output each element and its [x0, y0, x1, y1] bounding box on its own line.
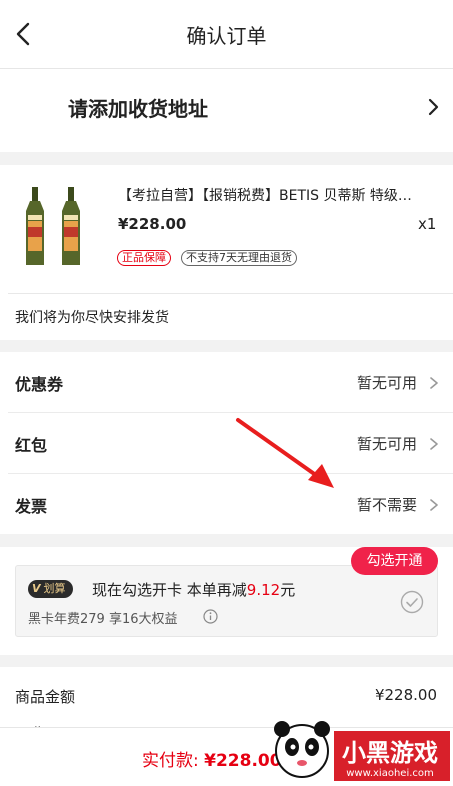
product-title[interactable]: 【考拉自营】【报销税费】BETIS 贝蒂斯 特级…	[118, 185, 428, 205]
open-card-button[interactable]: 勾选开通	[351, 547, 438, 575]
coupon-label: 优惠券	[15, 375, 64, 394]
product-card: 【考拉自营】【报销税费】BETIS 贝蒂斯 特级… ¥228.00 x1 正品保…	[0, 165, 453, 340]
goods-amount-value: ¥228.00	[374, 686, 437, 704]
info-icon[interactable]	[203, 609, 218, 624]
checkbox-circle-icon[interactable]	[400, 590, 424, 614]
add-address-section[interactable]: 请添加收货地址	[0, 69, 453, 221]
product-image[interactable]	[18, 187, 90, 267]
product-quantity: x1	[418, 215, 437, 233]
offer-text: 现在勾选开卡 本单再减	[92, 581, 247, 599]
invoice-value: 暂不需要	[356, 496, 417, 514]
vip-letter: V	[32, 582, 41, 595]
total-payment: 实付款: ¥228.00	[142, 746, 282, 771]
shipping-note: 我们将为你尽快安排发货	[15, 310, 169, 326]
coupon-row[interactable]: 优惠券 暂无可用	[0, 352, 453, 412]
top-bar: 确认订单	[0, 0, 453, 69]
annotation-arrow-icon	[236, 418, 334, 488]
divider	[8, 293, 453, 294]
invoice-row[interactable]: 发票 暂不需要	[0, 474, 453, 534]
chevron-right-icon	[430, 438, 438, 450]
black-card-offer: 现在勾选开卡 本单再减9.12元	[92, 579, 295, 600]
coupon-value: 暂无可用	[356, 374, 417, 392]
discount-amount: 9.12	[246, 581, 281, 599]
watermark-logo: 小黑游戏 www.xiaohei.com	[274, 721, 450, 781]
red-packet-label: 红包	[15, 436, 48, 455]
svg-text:小黑游戏: 小黑游戏	[342, 739, 438, 767]
add-address-prompt[interactable]: 请添加收货地址	[68, 93, 208, 122]
red-packet-value: 暂无可用	[356, 435, 417, 453]
value-badge-label: 划算	[43, 582, 66, 595]
red-packet-row[interactable]: 红包 暂无可用	[0, 413, 453, 473]
chevron-right-icon	[430, 377, 438, 389]
value-badge: V 划算	[28, 580, 73, 598]
black-card-section: V 划算 现在勾选开卡 本单再减9.12元 黑卡年费279 享16大权益 勾选开通	[0, 547, 453, 655]
no-return-tag: 不支持7天无理由退货	[181, 250, 297, 266]
black-card-promo[interactable]: V 划算 现在勾选开卡 本单再减9.12元 黑卡年费279 享16大权益	[15, 565, 438, 637]
page-title: 确认订单	[186, 24, 267, 48]
order-options: 优惠券 暂无可用 红包 暂无可用 发票 暂不需要	[0, 352, 453, 534]
product-price: ¥228.00	[118, 215, 187, 233]
black-card-benefits: 黑卡年费279 享16大权益	[28, 612, 178, 627]
discount-unit: 元	[280, 581, 296, 599]
authentic-guarantee-tag: 正品保障	[117, 250, 171, 266]
total-payment-label: 实付款:	[142, 751, 199, 771]
invoice-label: 发票	[15, 497, 48, 516]
chevron-right-icon[interactable]	[425, 97, 441, 117]
svg-text:www.xiaohei.com: www.xiaohei.com	[346, 768, 434, 779]
goods-amount-label: 商品金额	[15, 688, 76, 706]
chevron-right-icon	[430, 499, 438, 511]
